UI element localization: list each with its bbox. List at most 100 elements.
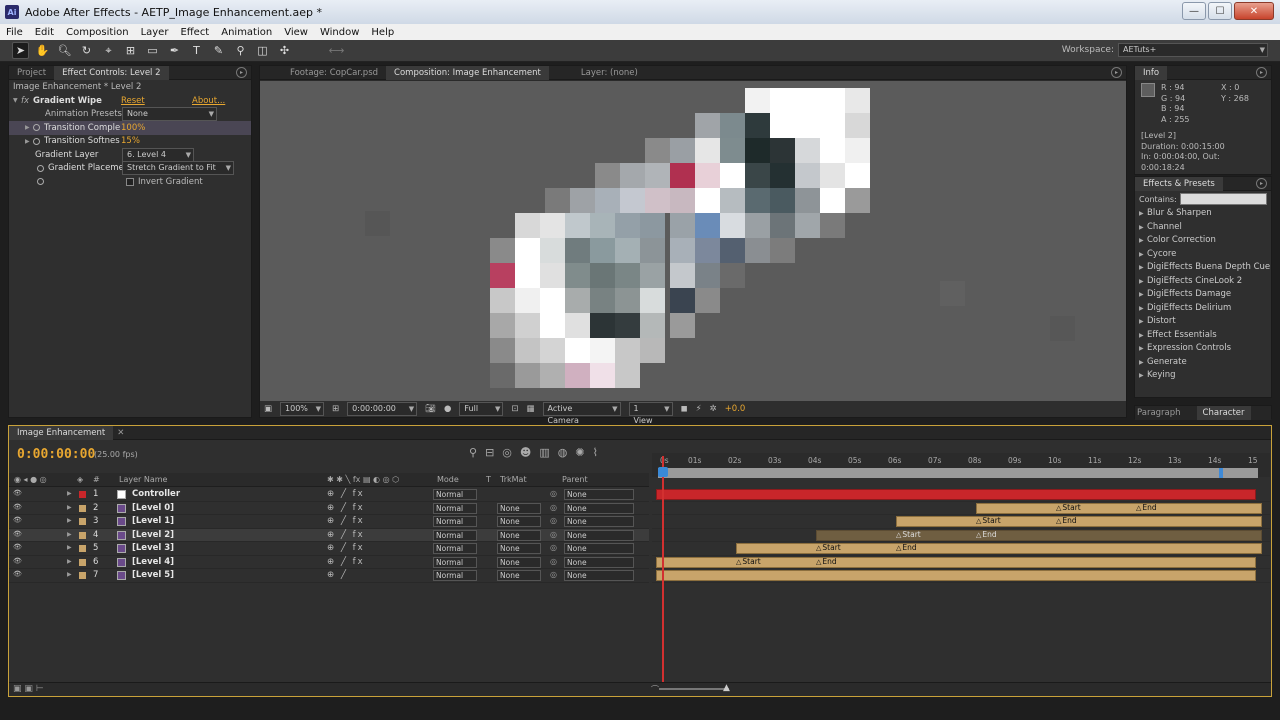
parent-dropdown[interactable]: None — [564, 489, 634, 500]
current-time-indicator-handle[interactable] — [658, 467, 668, 477]
stopwatch-icon[interactable] — [37, 178, 44, 186]
visibility-eye-icon[interactable]: 👁︎ — [13, 489, 22, 497]
layer-switches-icon[interactable]: ⊕ ╱ fx — [327, 489, 365, 499]
comp-mini-flowchart-icon[interactable]: ⊟ — [485, 446, 494, 459]
work-area-end-handle[interactable] — [1219, 468, 1223, 478]
layer-duration-bar[interactable] — [656, 489, 1256, 500]
transition-softness-value[interactable]: 15% — [121, 136, 140, 146]
preset-item[interactable]: ▶ Cycore — [1139, 248, 1271, 262]
region-of-interest-icon[interactable]: ⊡ — [511, 404, 518, 414]
layer-row[interactable]: 👁︎ ▶ 4 [Level 2] ⊕ ╱ fx Normal None ◎ No… — [9, 528, 649, 542]
twirl-right-icon[interactable]: ▶ — [67, 544, 75, 551]
twirl-right-icon[interactable]: ▶ — [25, 138, 33, 145]
layer-duration-bar[interactable] — [896, 516, 1262, 527]
panel-menu-icon[interactable]: ▸ — [1256, 67, 1267, 78]
selection-tool-icon[interactable]: ➤ — [12, 42, 29, 59]
twirl-right-icon[interactable]: ▶ — [25, 124, 33, 131]
timeline-zoom-slider[interactable] — [659, 688, 729, 690]
gradient-layer-dropdown[interactable]: 6. Level 4 — [122, 147, 194, 162]
menu-animation[interactable]: Animation — [215, 27, 278, 38]
twirl-down-icon[interactable]: ▼ — [13, 97, 21, 104]
transparency-grid-icon[interactable]: ▦ — [527, 404, 535, 414]
pick-whip-icon[interactable]: ◎ — [550, 557, 557, 566]
layer-name[interactable]: [Level 2] — [132, 530, 174, 540]
trkmat-dropdown[interactable]: None — [497, 529, 541, 541]
rectangle-tool-icon[interactable]: ▭ — [144, 42, 161, 59]
mode-dropdown[interactable]: Normal — [433, 529, 477, 541]
hand-tool-icon[interactable]: ✋ — [34, 42, 51, 59]
rotation-tool-icon[interactable]: ↻ — [78, 42, 95, 59]
visibility-eye-icon[interactable]: 👁︎ — [13, 516, 22, 524]
end-marker[interactable]: End — [1056, 516, 1076, 525]
work-area-bar[interactable] — [658, 468, 1258, 478]
layer-row[interactable]: 👁︎ ▶ 6 [Level 4] ⊕ ╱ fx Normal None ◎ No… — [9, 556, 649, 569]
trkmat-dropdown[interactable]: None — [497, 516, 541, 527]
eraser-tool-icon[interactable]: ◫ — [254, 42, 271, 59]
mode-dropdown[interactable]: Normal — [433, 502, 477, 514]
preset-item[interactable]: ▶ DigiEffects Damage — [1139, 288, 1271, 302]
layer-duration-bar[interactable] — [816, 529, 1262, 541]
col-layer-name[interactable]: Layer Name — [119, 475, 167, 484]
toggle-switches-icon[interactable]: ▣ ▣ ⊢ — [13, 684, 44, 694]
layer-row[interactable]: 👁︎ ▶ 2 [Level 0] ⊕ ╱ fx Normal None ◎ No… — [9, 502, 649, 515]
end-marker[interactable]: End — [816, 557, 836, 566]
pick-whip-icon[interactable]: ◎ — [550, 503, 557, 512]
switches-header-icon[interactable]: ✱ ✱ ╲ fx ▤ ◐ ◎ ⬡ — [327, 475, 399, 484]
frame-blending-icon[interactable]: ▥ — [539, 446, 549, 459]
axis-icon[interactable]: ⟷ — [328, 42, 345, 59]
stopwatch-icon[interactable] — [37, 164, 44, 172]
layer-name[interactable]: [Level 3] — [132, 543, 174, 553]
start-marker[interactable]: Start — [896, 530, 920, 539]
current-time-display[interactable]: 0:00:00:00 — [347, 402, 418, 416]
label-color-swatch[interactable] — [79, 491, 86, 498]
pan-behind-tool-icon[interactable]: ⊞ — [122, 42, 139, 59]
start-marker[interactable]: Start — [1056, 503, 1080, 512]
pick-whip-icon[interactable]: ◎ — [550, 543, 557, 552]
motion-blur-icon[interactable]: ◍ — [558, 446, 568, 459]
zoom-in-icon[interactable]: ▲ — [723, 683, 730, 693]
preset-item[interactable]: ▶ DigiEffects CineLook 2 — [1139, 275, 1271, 289]
menu-view[interactable]: View — [278, 27, 314, 38]
preset-item[interactable]: ▶ Generate — [1139, 356, 1271, 370]
layer-switches-icon[interactable]: ⊕ ╱ fx — [327, 503, 365, 513]
magnification-dropdown[interactable]: 100% — [280, 402, 325, 416]
tab-effect-controls[interactable]: Effect Controls: Level 2 — [54, 65, 169, 80]
graph-editor-icon[interactable]: ⌇ — [593, 446, 598, 459]
panel-menu-icon[interactable]: ▸ — [1111, 67, 1122, 78]
gradient-placement-dropdown[interactable]: Stretch Gradient to Fit — [122, 161, 234, 176]
layer-name[interactable]: [Level 0] — [132, 503, 174, 513]
label-color-swatch[interactable] — [79, 504, 86, 512]
snapshot-icon[interactable]: 📷︎ — [425, 404, 436, 414]
twirl-right-icon[interactable]: ▶ — [67, 517, 75, 524]
start-marker[interactable]: Start — [816, 543, 840, 552]
workspace-dropdown[interactable]: AETuts+ — [1118, 43, 1268, 57]
fx-icon[interactable]: fx — [21, 96, 29, 106]
tab-layer[interactable]: Layer: (none) — [573, 66, 646, 80]
resolution-dropdown[interactable]: Full — [459, 402, 504, 416]
menu-composition[interactable]: Composition — [60, 27, 134, 38]
twirl-right-icon[interactable]: ▶ — [67, 558, 75, 565]
parent-dropdown[interactable]: None — [564, 570, 634, 581]
pick-whip-icon[interactable]: ◎ — [550, 530, 557, 539]
preset-item[interactable]: ▶ Blur & Sharpen — [1139, 207, 1271, 221]
visibility-eye-icon[interactable]: 👁︎ — [13, 557, 22, 565]
layer-duration-bar[interactable] — [976, 502, 1262, 514]
menu-help[interactable]: Help — [365, 27, 400, 38]
animation-presets-dropdown[interactable]: None — [122, 107, 217, 122]
view-layout-dropdown[interactable]: 1 View — [628, 402, 673, 425]
trkmat-dropdown[interactable]: None — [497, 502, 541, 514]
label-color-swatch[interactable] — [79, 558, 86, 566]
preset-item[interactable]: ▶ DigiEffects Buena Depth Cue — [1139, 261, 1271, 275]
layer-switches-icon[interactable]: ⊕ ╱ fx — [327, 530, 365, 540]
camera-dropdown[interactable]: Active Camera — [542, 402, 621, 425]
label-color-swatch[interactable] — [79, 518, 86, 525]
contains-search-input[interactable] — [1179, 193, 1267, 205]
layer-switches-icon[interactable]: ⊕ ╱ fx — [327, 557, 365, 567]
layer-name[interactable]: [Level 5] — [132, 570, 174, 580]
maximize-button[interactable]: ☐ — [1208, 2, 1232, 20]
preset-item[interactable]: ▶ Keying — [1139, 369, 1271, 383]
current-time-indicator[interactable] — [662, 456, 664, 696]
av-features-icon[interactable]: ◉ ◂ ● ◎ — [14, 475, 47, 484]
time-graph[interactable]: 0s 01s 02s 03s 04s 05s 06s 07s 08s 09s 1… — [652, 441, 1270, 696]
visibility-eye-icon[interactable]: 👁︎ — [13, 503, 22, 511]
